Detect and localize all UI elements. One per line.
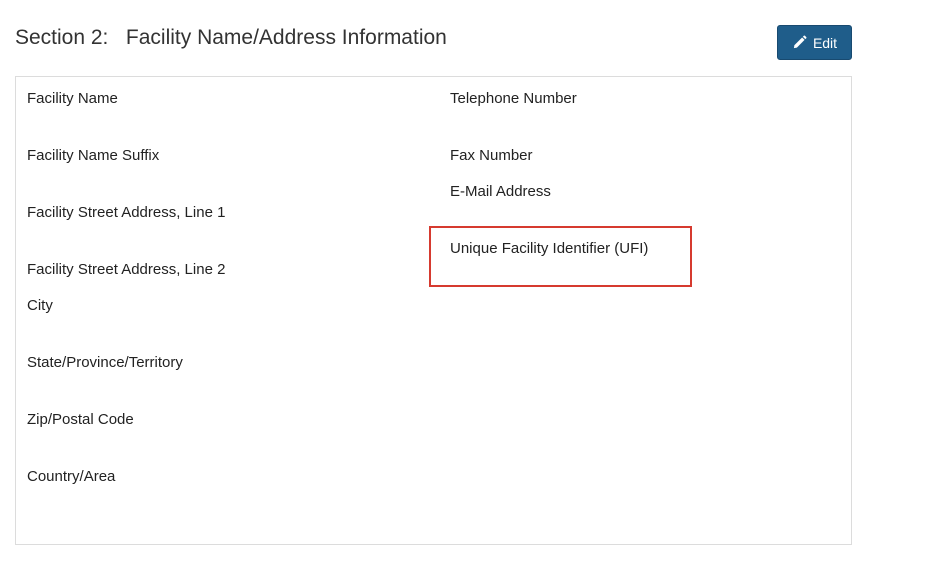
facility-name-label: Facility Name	[27, 90, 118, 107]
city-label: City	[27, 297, 53, 314]
email-address-label: E-Mail Address	[450, 183, 551, 200]
zip-postal-code-label: Zip/Postal Code	[27, 411, 134, 428]
edit-button-label: Edit	[812, 34, 838, 51]
telephone-number-label: Telephone Number	[450, 90, 577, 107]
street-address-line2-label: Facility Street Address, Line 2	[27, 261, 226, 278]
ufi-highlight-box	[429, 226, 692, 287]
facility-info-page: Section 2: Facility Name/Address Informa…	[0, 0, 936, 574]
state-province-territory-label: State/Province/Territory	[27, 354, 183, 371]
edit-button[interactable]: Edit	[777, 25, 852, 60]
section-title: Section 2: Facility Name/Address Informa…	[15, 26, 447, 49]
country-area-label: Country/Area	[27, 468, 116, 485]
street-address-line1-label: Facility Street Address, Line 1	[27, 204, 226, 221]
pencil-icon	[792, 35, 807, 50]
fax-number-label: Fax Number	[450, 147, 533, 164]
facility-name-suffix-label: Facility Name Suffix	[27, 147, 160, 164]
